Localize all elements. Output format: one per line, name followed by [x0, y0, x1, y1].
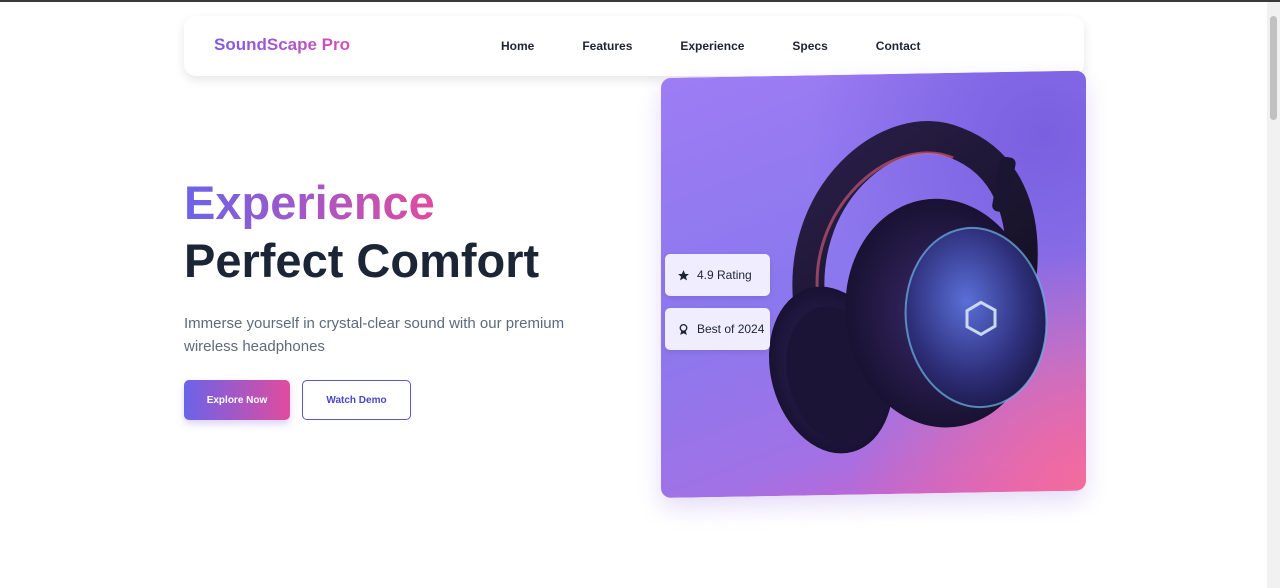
- nav-link-home[interactable]: Home: [501, 39, 534, 53]
- rating-label: 4.9 Rating: [697, 268, 752, 282]
- star-icon: [678, 269, 689, 280]
- nav-link-experience[interactable]: Experience: [680, 39, 744, 53]
- hero-title: Perfect Comfort: [184, 234, 540, 287]
- watch-demo-button[interactable]: Watch Demo: [302, 380, 411, 420]
- navbar: SoundScape Pro Home Features Experience …: [184, 16, 1084, 76]
- award-label: Best of 2024: [697, 322, 765, 336]
- nav-link-contact[interactable]: Contact: [876, 39, 921, 53]
- hero-subtitle: Immerse yourself in crystal-clear sound …: [184, 315, 565, 355]
- nav-link-specs[interactable]: Specs: [792, 39, 827, 53]
- page: SoundScape Pro Home Features Experience …: [0, 2, 1267, 588]
- award-icon: [679, 323, 688, 335]
- award-badge: Best of 2024: [665, 308, 770, 350]
- headphones-image: [769, 121, 1048, 454]
- scrollbar[interactable]: [1267, 2, 1280, 588]
- rating-badge: 4.9 Rating: [665, 254, 770, 296]
- brand-logo[interactable]: SoundScape Pro: [214, 35, 350, 55]
- nav-link-features[interactable]: Features: [582, 39, 632, 53]
- scrollbar-thumb[interactable]: [1270, 16, 1277, 120]
- hero-title-highlight: Experience: [184, 174, 435, 232]
- explore-now-button[interactable]: Explore Now: [184, 380, 290, 420]
- nav-links: Home Features Experience Specs Contact: [501, 39, 968, 53]
